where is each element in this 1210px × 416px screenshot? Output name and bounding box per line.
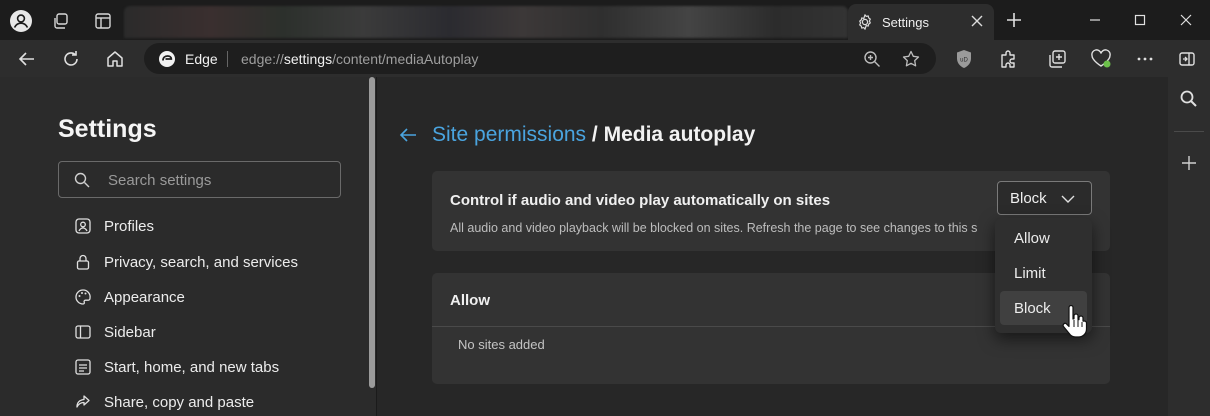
search-input[interactable]: Search settings [58,161,341,198]
maximize-icon[interactable] [1130,10,1150,30]
url-text[interactable]: edge://settings/content/mediaAutoplay [241,51,478,67]
zoom-icon[interactable] [862,49,882,69]
favorite-star-icon[interactable] [901,49,921,69]
new-tab-icon[interactable] [1003,9,1025,31]
breadcrumb-link-site-permissions[interactable]: Site permissions [432,123,586,146]
edge-logo-icon [159,51,175,67]
refresh-icon[interactable] [59,47,83,71]
divider [1174,131,1204,132]
sidebar-icon [75,325,91,339]
autoplay-select-value: Block [1010,190,1047,207]
gear-icon [859,14,871,30]
back-arrow-icon[interactable] [397,124,419,146]
close-window-icon[interactable] [1176,10,1196,30]
blurred-tabs [124,6,848,38]
collections-icon[interactable] [1045,47,1069,71]
minimize-icon[interactable] [1085,10,1105,30]
home-tabs-icon [75,359,91,375]
hand-cursor-icon [1062,305,1088,338]
breadcrumb: Site permissions / Media autoplay [432,123,755,147]
sidebar-item-label: Sidebar [104,323,156,341]
palette-icon [75,289,91,305]
autoplay-select[interactable]: Block [997,181,1092,215]
allow-list-empty-text: No sites added [458,337,545,352]
sidebar-item-privacy[interactable]: Privacy, search, and services [74,250,298,274]
sidebar-item-label: Share, copy and paste [104,393,255,411]
sidebar-item-appearance[interactable]: Appearance [74,285,185,309]
settings-sidebar: Settings Search settings Profiles Privac… [0,77,377,416]
back-icon[interactable] [15,47,39,71]
close-icon[interactable] [970,14,984,28]
sidebar-item-start-home[interactable]: Start, home, and new tabs [74,355,279,379]
svg-text:uD: uD [960,58,968,64]
autoplay-control-title: Control if audio and video play automati… [450,192,831,209]
sidebar-item-label: Start, home, and new tabs [104,358,280,376]
sidebar-toggle-icon[interactable] [1175,47,1199,71]
search-icon[interactable] [1178,88,1200,110]
sidebar-scrollbar[interactable] [369,77,375,388]
allow-list-title: Allow [450,292,490,309]
address-bar[interactable]: Edge edge://settings/content/mediaAutopl… [144,43,936,74]
search-icon [74,172,90,188]
search-placeholder: Search settings [108,172,212,189]
add-icon[interactable] [1178,152,1200,174]
sidebar-item-sidebar[interactable]: Sidebar [74,320,156,344]
sidebar-item-label: Appearance [104,288,185,306]
sidebar-item-label: Profiles [104,217,155,235]
workspaces-icon[interactable] [48,8,74,34]
page-title: Media autoplay [603,123,756,146]
dropdown-option-limit[interactable]: Limit [1000,256,1087,290]
tab-title: Settings [882,15,929,30]
autoplay-control-description: All audio and video playback will be blo… [450,221,978,235]
tab-actions-icon[interactable] [90,8,116,34]
extensions-icon[interactable] [996,47,1020,71]
profile-icon [75,218,91,234]
sidebar-item-share[interactable]: Share, copy and paste [74,390,254,414]
ublock-icon[interactable]: uD [952,47,976,71]
edge-label: Edge [185,51,218,67]
chevron-down-icon [1061,195,1075,203]
profile-icon[interactable] [8,8,34,34]
address-separator [227,51,228,67]
breadcrumb-separator: / [586,123,604,146]
right-rail [1168,77,1210,416]
share-icon [76,395,90,408]
title-bar: Settings [0,0,1210,40]
sidebar-item-label: Privacy, search, and services [104,253,298,271]
tab-settings[interactable]: Settings [848,4,994,40]
dropdown-option-allow[interactable]: Allow [1000,221,1087,255]
sidebar-item-profiles[interactable]: Profiles [74,214,154,238]
more-options-icon[interactable] [1133,47,1157,71]
home-icon[interactable] [103,47,127,71]
lock-icon [76,254,90,270]
toolbar: Edge edge://settings/content/mediaAutopl… [0,40,1210,77]
settings-title: Settings [58,115,157,143]
browser-essentials-icon[interactable] [1089,47,1113,71]
